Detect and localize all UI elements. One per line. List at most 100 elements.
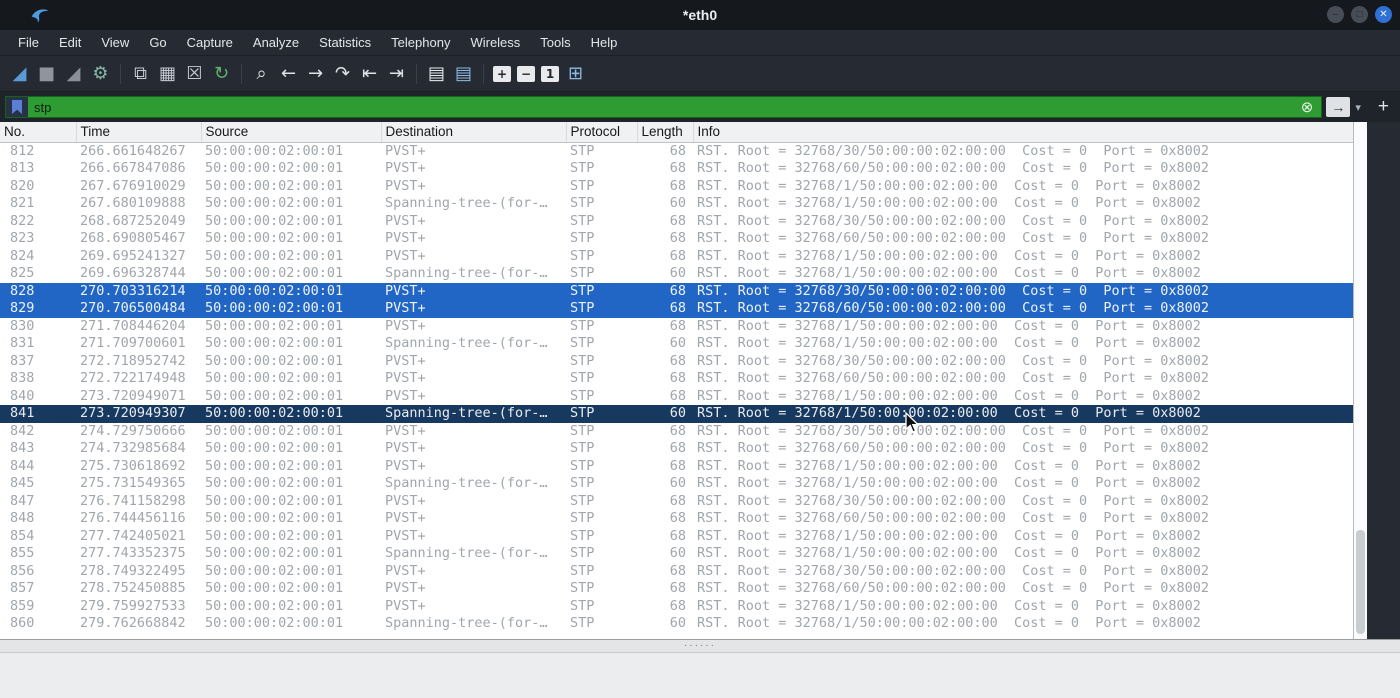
packet-row[interactable]: 823 268.690805467 50:00:00:02:00:01 PVST+ ST… (0, 230, 1353, 248)
clear-filter-icon[interactable]: ⊗ (1293, 98, 1322, 116)
packet-table-header: No. Time Source Destination Protocol Length In… (0, 122, 1353, 143)
column-header-protocol[interactable]: Protocol (566, 122, 638, 143)
menu-help[interactable]: Help (581, 30, 628, 55)
add-filter-button[interactable]: + (1372, 96, 1395, 118)
cell-info: RST. Root = 32768/1/50:00:00:02:00:00 Co… (697, 247, 1201, 264)
minimize-button[interactable]: – (1327, 6, 1344, 23)
go-to-packet-icon[interactable]: ↷ (329, 60, 356, 87)
cell-source: 50:00:00:02:00:01 (205, 370, 344, 386)
cell-protocol: STP (570, 457, 595, 474)
packet-row[interactable]: 824 269.695241327 50:00:00:02:00:01 PVST+ ST… (0, 248, 1353, 266)
cell-info: RST. Root = 32768/1/50:00:00:02:00:00 Co… (697, 177, 1201, 194)
go-forward-icon[interactable]: → (302, 60, 329, 87)
packet-list[interactable]: No. Time Source Destination Protocol Length In… (0, 122, 1353, 639)
packet-row[interactable]: 831 271.709700601 50:00:00:02:00:01 Spannin… (0, 335, 1353, 353)
packet-row[interactable]: 822 268.687252049 50:00:00:02:00:01 PVST+ ST… (0, 213, 1353, 231)
packet-row[interactable]: 812 266.661648267 50:00:00:02:00:01 PVST+ ST… (0, 142, 1353, 160)
packet-row[interactable]: 860 279.762668842 50:00:00:02:00:01 Spannin… (0, 615, 1353, 633)
packet-row[interactable]: 855 277.743352375 50:00:00:02:00:01 Spannin… (0, 545, 1353, 563)
packet-row[interactable]: 813 266.667847086 50:00:00:02:00:01 PVST+ ST… (0, 160, 1353, 178)
packet-row[interactable]: 821 267.680109888 50:00:00:02:00:01 Spannin… (0, 195, 1353, 213)
packet-row[interactable]: 844 275.730618692 50:00:00:02:00:01 PVST+ ST… (0, 458, 1353, 476)
column-header-time[interactable]: Time (76, 122, 202, 143)
menu-file[interactable]: File (8, 30, 49, 55)
scrollbar-thumb[interactable] (1356, 530, 1365, 634)
menu-tools[interactable]: Tools (530, 30, 580, 55)
cell-no: 825 (10, 265, 35, 281)
menu-capture[interactable]: Capture (177, 30, 243, 55)
packet-row[interactable]: 857 278.752450885 50:00:00:02:00:01 PVST+ ST… (0, 580, 1353, 598)
open-capture-icon[interactable]: ⧉ (127, 60, 154, 87)
cell-info: RST. Root = 32768/1/50:00:00:02:00:00 Co… (697, 597, 1201, 614)
menu-wireless[interactable]: Wireless (460, 30, 530, 55)
cell-length: 68 (637, 300, 693, 318)
cell-no: 848 (10, 510, 35, 526)
autoscroll-icon[interactable]: ▤ (423, 60, 450, 87)
cell-info: RST. Root = 32768/30/50:00:00:02:00:00 C… (697, 492, 1210, 509)
capture-start-icon[interactable]: ◢ (6, 60, 33, 87)
apply-filter-icon[interactable]: → (1326, 97, 1351, 117)
vertical-scrollbar[interactable] (1353, 122, 1367, 639)
save-capture-icon[interactable]: ▦ (154, 60, 181, 87)
zoom-in-icon[interactable]: + (493, 65, 511, 82)
packet-row[interactable]: 838 272.722174948 50:00:00:02:00:01 PVST+ ST… (0, 370, 1353, 388)
bookmark-ribbon-shape (12, 100, 22, 114)
cell-info: RST. Root = 32768/1/50:00:00:02:00:00 Co… (697, 615, 1201, 631)
menu-telephony[interactable]: Telephony (381, 30, 460, 55)
column-header-source[interactable]: Source (201, 122, 382, 143)
filter-bookmark-icon[interactable] (6, 97, 28, 117)
cell-destination: PVST+ (385, 387, 426, 404)
menu-statistics[interactable]: Statistics (309, 30, 381, 55)
resize-columns-icon[interactable]: ⊞ (562, 60, 589, 87)
zoom-out-icon[interactable]: − (517, 65, 535, 82)
menu-view[interactable]: View (91, 30, 139, 55)
packet-row[interactable]: 825 269.696328744 50:00:00:02:00:01 Spannin… (0, 265, 1353, 283)
packet-row[interactable]: 828 270.703316214 50:00:00:02:00:01 PVST+ ST… (0, 282, 1353, 300)
close-capture-icon[interactable]: ☒ (181, 60, 208, 87)
capture-options-icon[interactable]: ⚙ (87, 60, 114, 87)
packet-row[interactable]: 859 279.759927533 50:00:00:02:00:01 PVST+ ST… (0, 598, 1353, 616)
packet-row[interactable]: 829 270.706500484 50:00:00:02:00:01 PVST+ ST… (0, 300, 1353, 318)
go-last-packet-icon[interactable]: ⇥ (383, 60, 410, 87)
packet-row[interactable]: 847 276.741158298 50:00:00:02:00:01 PVST+ ST… (0, 493, 1353, 511)
packet-row[interactable]: 820 267.676910029 50:00:00:02:00:01 PVST+ ST… (0, 178, 1353, 196)
go-back-icon[interactable]: ← (275, 60, 302, 87)
reload-capture-icon[interactable]: ↻ (208, 60, 235, 87)
packet-row[interactable]: 837 272.718952742 50:00:00:02:00:01 PVST+ ST… (0, 353, 1353, 371)
zoom-normal-icon[interactable]: 1 (541, 65, 559, 82)
packet-row[interactable]: 830 271.708446204 50:00:00:02:00:01 PVST+ ST… (0, 318, 1353, 336)
capture-restart-icon[interactable]: ◢ (60, 60, 87, 87)
packet-row[interactable]: 848 276.744456116 50:00:00:02:00:01 PVST+ ST… (0, 510, 1353, 528)
packet-row[interactable]: 843 274.732985684 50:00:00:02:00:01 PVST+ ST… (0, 440, 1353, 458)
cell-info: RST. Root = 32768/30/50:00:00:02:00:00 C… (693, 282, 1353, 300)
close-button[interactable]: ✕ (1375, 6, 1392, 23)
packet-row[interactable]: 854 277.742405021 50:00:00:02:00:01 PVST+ ST… (0, 528, 1353, 546)
menu-go[interactable]: Go (139, 30, 176, 55)
colorize-icon[interactable]: ▤ (450, 60, 477, 87)
go-first-packet-icon[interactable]: ⇤ (356, 60, 383, 87)
display-filter-input[interactable] (28, 97, 1293, 117)
column-header-info[interactable]: Info (693, 122, 1353, 143)
packet-row[interactable]: 841 273.720949307 50:00:00:02:00:01 Spannin… (0, 405, 1353, 423)
capture-stop-icon[interactable]: ■ (33, 60, 60, 87)
packet-row[interactable]: 845 275.731549365 50:00:00:02:00:01 Spannin… (0, 475, 1353, 493)
column-header-destination[interactable]: Destination (381, 122, 567, 143)
packet-row[interactable]: 840 273.720949071 50:00:00:02:00:01 PVST+ ST… (0, 388, 1353, 406)
packet-row[interactable]: 856 278.749322495 50:00:00:02:00:01 PVST+ ST… (0, 563, 1353, 581)
cell-protocol: STP (570, 545, 595, 561)
toolbar-separator (241, 63, 242, 84)
column-header-no[interactable]: No. (0, 122, 77, 143)
menu-analyze[interactable]: Analyze (243, 30, 309, 55)
find-packet-icon[interactable]: ⌕ (248, 60, 275, 87)
display-filter-field[interactable]: ⊗ (5, 96, 1323, 118)
filter-dropdown-icon[interactable]: ▾ (1350, 101, 1366, 114)
splitter-handle-icon[interactable]: ······ (684, 641, 716, 651)
column-header-length[interactable]: Length (637, 122, 694, 143)
cell-info: RST. Root = 32768/1/50:00:00:02:00:00 Co… (697, 545, 1201, 561)
menu-edit[interactable]: Edit (49, 30, 91, 55)
pane-splitter[interactable]: ······ (0, 639, 1400, 652)
packet-row[interactable]: 842 274.729750666 50:00:00:02:00:01 PVST+ ST… (0, 423, 1353, 441)
cell-no: 842 (10, 422, 35, 439)
cell-destination: PVST+ (385, 562, 426, 579)
maximize-button[interactable]: □ (1351, 6, 1368, 23)
